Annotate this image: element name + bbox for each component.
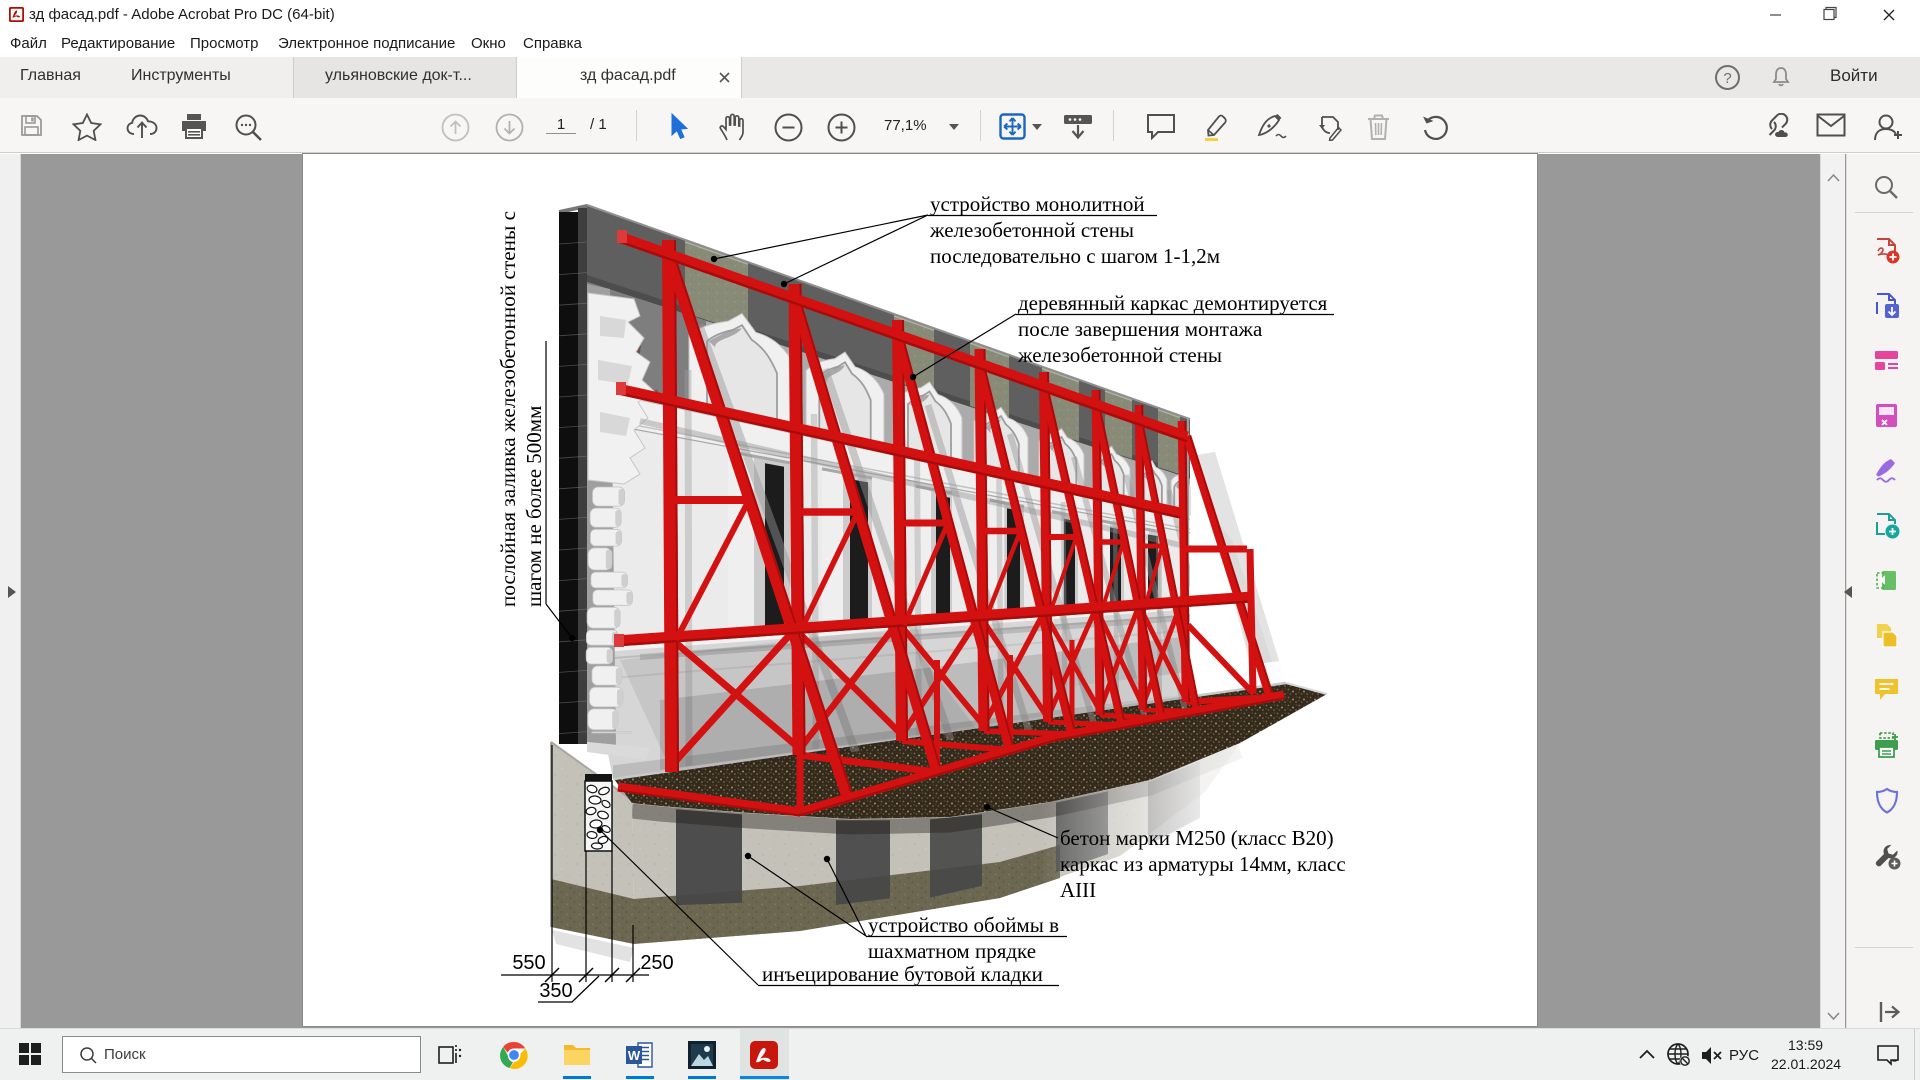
svg-text:АIII: АIII — [1060, 878, 1096, 902]
svg-text:?: ? — [1723, 70, 1731, 87]
svg-text:устройство обоймы в: устройство обоймы в — [868, 913, 1059, 937]
svg-text:W: W — [628, 1048, 641, 1063]
svg-text:бетон марки М250 (класс В20): бетон марки М250 (класс В20) — [1060, 826, 1334, 850]
svg-text:550: 550 — [512, 952, 545, 974]
svg-text:деревянный каркас демонтируетс: деревянный каркас демонтируется — [1018, 291, 1328, 315]
svg-text:устройство монолитной: устройство монолитной — [930, 192, 1145, 216]
svg-text:каркас из арматуры 14мм, класс: каркас из арматуры 14мм, класс — [1060, 852, 1346, 876]
svg-text:шагом не более 500мм: шагом не более 500мм — [522, 406, 546, 607]
svg-text:инъецирование бутовой кладки: инъецирование бутовой кладки — [762, 962, 1043, 986]
svg-text:последовательно с шагом 1-1,2м: последовательно с шагом 1-1,2м — [930, 244, 1220, 268]
svg-text:350: 350 — [539, 980, 572, 1002]
svg-text:железобетонной стены: железобетонной стены — [1017, 343, 1222, 367]
svg-text:послойная заливка железобетонн: послойная заливка железобетонной стены с — [496, 211, 520, 607]
svg-text:железобетонной стены: железобетонной стены — [929, 218, 1134, 242]
svg-text:после завершения монтажа: после завершения монтажа — [1018, 317, 1263, 341]
svg-text:250: 250 — [640, 952, 673, 974]
svg-text:шахматном прядке: шахматном прядке — [868, 939, 1036, 963]
